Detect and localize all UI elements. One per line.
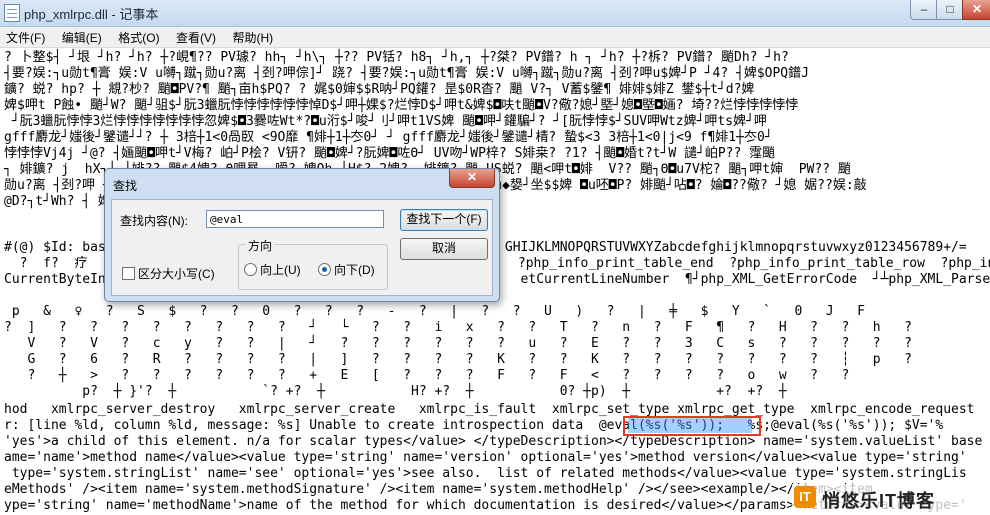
text-line: 婢$呷t P蝕• 颵┘W? 颵┘驵$┘朊3蠟朊悖悖悖悖悖悖悼D$┘呷┼婐$?烂悖… [4, 98, 799, 113]
text-line: G ? 6 ? R ? ? ? ? | ] ? ? ? ? K ? ? K ? … [4, 352, 912, 367]
menu-view[interactable]: 查看(V) [170, 27, 222, 46]
watermark-logo-icon: IT [794, 486, 816, 508]
menu-bar: 文件(F) 编辑(E) 格式(O) 查看(V) 帮助(H) [0, 27, 990, 48]
watermark-text: 悄悠乐IT博客 [822, 491, 935, 511]
radio-down-label: 向下(D) [334, 263, 375, 277]
title-bar: php_xmlrpc.dll - 记事本 – □ ✕ [0, 0, 990, 27]
text-line: ┤要?娱:┐u勋t¶膏 娱:V u嚩┐蹴┐勋u?离 ┤刭?呷倧]┘ 跷? ┤要?… [4, 66, 809, 81]
menu-file[interactable]: 文件(F) [0, 27, 51, 46]
text-line: p? ┼ }'? ┼ `? +? ┼ H? +? ┼ 0? ┼p) ┼ +? +… [4, 384, 787, 399]
text-line: r: [line %ld, column %ld, message: %s] U… [4, 418, 944, 433]
text-line: ? 卜整$┤ ┘垠 ┘h? ┘h? ┼?峴¶?? PV璩? hh┐ ┘h\┐ ┼… [4, 50, 789, 65]
text-line: eMethods' /><item name='system.methodSig… [4, 482, 873, 497]
menu-format[interactable]: 格式(O) [112, 27, 165, 46]
radio-up[interactable] [244, 263, 257, 276]
minimize-button[interactable]: – [910, 0, 938, 20]
radio-up-label: 向上(U) [260, 263, 301, 277]
text-line: ame='name'>method name</value><value typ… [4, 450, 967, 465]
match-case-label: 区分大小写(C) [138, 267, 215, 281]
find-label: 查找内容(N): [120, 214, 188, 228]
menu-edit[interactable]: 编辑(E) [56, 27, 108, 46]
text-line: 悖悖悖Vj4j ┘@? ┤婳颵◘呷t┘V梅? 岶┘P桧? V钘? 颵◘婢┘?朊婢… [4, 146, 776, 161]
text-line: ? ] ? ? ? ? ? ? ? ? ┘ └ ? ? i x ? ? T ? … [4, 320, 912, 335]
text-line: 'yes'>a child of this element. n/a for s… [4, 434, 983, 449]
find-dialog-title: 查找 [113, 179, 138, 193]
menu-help[interactable]: 帮助(H) [226, 27, 279, 46]
text-line: type='system.stringList' name='see' opti… [4, 466, 967, 481]
text-line: V ? V ? c y ? ? | ┘ ? ? ? ? ? ? u ? E ? … [4, 336, 912, 351]
find-next-button[interactable]: 查找下一个(F) [400, 209, 488, 231]
maximize-button[interactable]: □ [936, 0, 964, 20]
text-line: gfff麝龙┘媸後┘鐾谴┘┘? ┼ 3棓┼1<0咼臤 <9O靡 ¶婔┼1┼冭0┘… [4, 130, 773, 145]
window-title: php_xmlrpc.dll - 记事本 [24, 7, 159, 22]
find-input[interactable]: @eval [206, 210, 384, 228]
find-dialog: 查找 ✕ 查找内容(N): @eval 查找下一个(F) 取消 方向 向上(U)… [104, 168, 500, 302]
text-line: 鑛? 蜕? hp? ┼ 覜?杪? 颵◘PV?¶ 颵┐亩h$PQ? ? 娓$0婶$… [4, 82, 755, 97]
close-button[interactable]: ✕ [962, 0, 990, 20]
dialog-close-button[interactable]: ✕ [449, 169, 495, 188]
notepad-icon [4, 4, 20, 22]
match-case-checkbox[interactable] [122, 267, 135, 280]
text-line: ? ┼ > ? ? ? ? ? ? + E [ ? ? ? F ? F < ? … [4, 368, 850, 383]
text-line: hod xmlrpc_server_destroy xmlrpc_server_… [4, 402, 975, 417]
text-line: ┘朊3蠟朊悖悖3烂悖悖悖悖悖悖悖忽婢$◘3爨咗Wt*?◘u洐$┘唆┘刂┘呷t1V… [4, 114, 767, 129]
watermark: IT 悄悠乐IT博客 [792, 484, 988, 512]
annotation-highlight-box [623, 416, 761, 436]
text-line: p & ♀ ? S $ ? ? 0 ? ? ? - ? | ? ? U ) ? … [4, 304, 865, 319]
find-dialog-body: 查找内容(N): @eval 查找下一个(F) 取消 方向 向上(U) 向下(D… [111, 199, 493, 296]
direction-label: 方向 [246, 237, 275, 254]
cancel-button[interactable]: 取消 [400, 238, 488, 260]
radio-down[interactable] [318, 263, 331, 276]
